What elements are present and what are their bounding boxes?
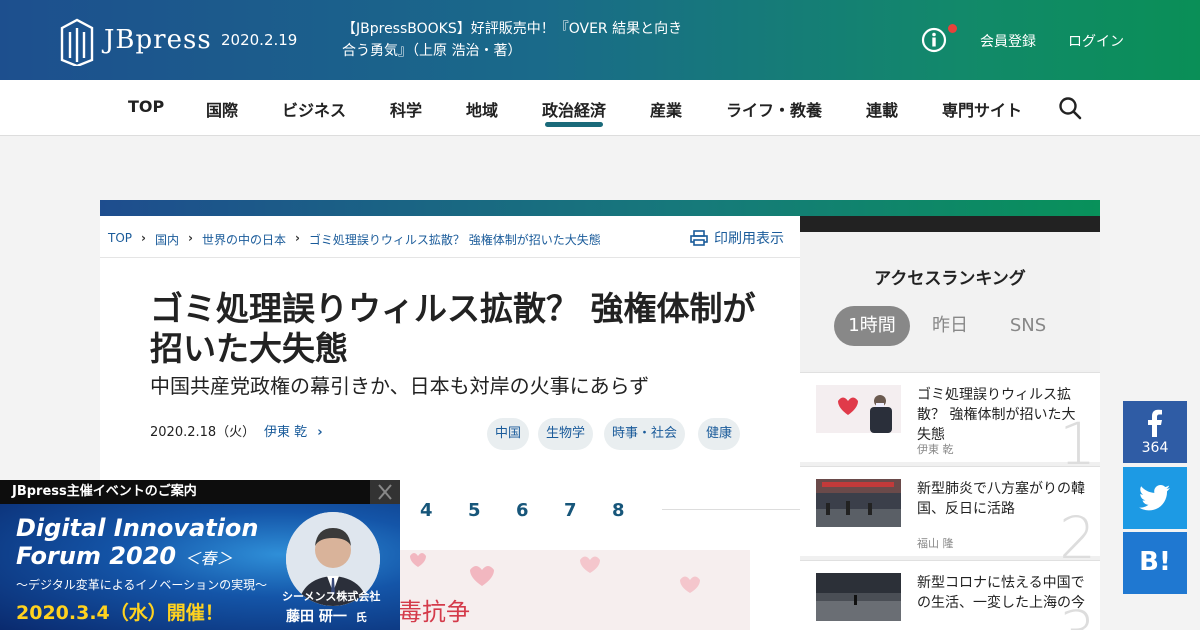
article-date: 2020.2.18（火） <box>150 425 256 440</box>
ranking-header: アクセスランキング 1時間 昨日 SNS <box>800 232 1100 370</box>
ranking-thumbnail <box>816 479 901 527</box>
ranking-sidebar: アクセスランキング 1時間 昨日 SNS ゴミ処理誤りウィルス拡散？ 強権体制が… <box>800 232 1100 630</box>
speaker-name-line: 藤田 研一 氏 <box>286 606 367 626</box>
info-icon[interactable] <box>921 27 947 53</box>
article-hero-image: 与病毒抗争 <box>350 550 750 630</box>
jbpress-logo-icon <box>60 18 94 66</box>
print-label: 印刷用表示 <box>714 231 784 247</box>
ad-event-date: 2020.3.4（水）開催！ <box>16 602 224 624</box>
nav-active-indicator <box>545 122 603 127</box>
ranking-tab-yesterday[interactable]: 昨日 <box>920 306 980 346</box>
close-icon <box>378 484 392 500</box>
tag-current-affairs[interactable]: 時事・社会 <box>604 418 686 450</box>
twitter-share-button[interactable] <box>1123 467 1187 529</box>
ad-title-line2: Forum 2020 ＜春＞ <box>16 542 232 570</box>
author-link[interactable]: 伊東 乾 › <box>264 421 323 440</box>
nav-item-international[interactable]: 国際 <box>206 97 238 121</box>
ranking-item-author: 伊東 乾 <box>917 443 954 456</box>
search-icon[interactable] <box>1058 96 1082 120</box>
section-accent-bar <box>100 200 1100 216</box>
speaker-name: 藤田 研一 <box>286 609 347 625</box>
nav-item-series[interactable]: 連載 <box>866 97 898 121</box>
chevron-right-icon: › <box>187 231 193 245</box>
chevron-right-icon: › <box>294 231 300 245</box>
tag-biology[interactable]: 生物学 <box>538 418 594 450</box>
ranking-item[interactable]: 新型肺炎で八方塞がりの韓国、反日に活路 福山 隆 2 <box>800 466 1100 567</box>
breadcrumb-current[interactable]: ゴミ処理誤りウィルス拡散？ 強権体制が招いた大失態 <box>309 231 601 248</box>
register-link[interactable]: 会員登録 <box>980 31 1036 51</box>
page-link-5[interactable]: 5 <box>468 500 481 521</box>
ranking-thumbnail <box>816 573 901 621</box>
hatena-bookmark-button[interactable]: B! <box>1123 532 1187 594</box>
article-title: ゴミ処理誤りウィルス拡散？ 強権体制が招いた大失態 <box>150 289 756 368</box>
breadcrumb-domestic[interactable]: 国内 <box>155 231 179 248</box>
ad-close-button[interactable] <box>370 480 400 504</box>
twitter-bird-icon <box>1139 485 1170 511</box>
facebook-share-button[interactable]: 364 <box>1123 401 1187 463</box>
facebook-icon <box>1148 409 1162 437</box>
nav-item-science[interactable]: 科学 <box>390 97 422 121</box>
hatena-bookmark-icon: B! <box>1139 547 1171 577</box>
nav-item-region[interactable]: 地域 <box>466 97 498 121</box>
speaker-company: シーメンス株式会社 <box>282 590 381 603</box>
breadcrumb: TOP › 国内 › 世界の中の日本 › ゴミ処理誤りウィルス拡散？ 強権体制が… <box>108 231 601 248</box>
print-button[interactable]: 印刷用表示 <box>690 228 784 248</box>
printer-icon <box>690 230 708 246</box>
notification-dot <box>948 24 957 33</box>
ad-title-line2-text: Forum 2020 <box>16 542 177 570</box>
tag-china[interactable]: 中国 <box>487 418 530 450</box>
ranking-thumbnail <box>816 385 901 433</box>
page-link-6[interactable]: 6 <box>516 500 529 521</box>
page-link-4[interactable]: 4 <box>420 500 433 521</box>
site-header: JBpress 2020.2.19 【JBpressBOOKS】好評販売中！『O… <box>0 0 1200 80</box>
main-nav: TOP 国際 ビジネス 科学 地域 政治経済 産業 ライフ・教養 連載 専門サイ… <box>0 80 1200 136</box>
nav-item-politics-economy[interactable]: 政治経済 <box>542 97 606 121</box>
breadcrumb-top[interactable]: TOP <box>108 231 132 248</box>
ranking-number: 2 <box>1059 504 1096 572</box>
ad-body: Digital Innovation Forum 2020 ＜春＞ ～デジタル変… <box>0 504 400 630</box>
tag-health[interactable]: 健康 <box>698 418 741 450</box>
ranking-number: 3 <box>1059 603 1096 630</box>
ad-header: JBpress主催イベントのご案内 <box>0 480 370 504</box>
facebook-share-count: 364 <box>1141 440 1169 456</box>
breadcrumb-japan-in-world[interactable]: 世界の中の日本 <box>202 231 286 248</box>
ad-tagline: ～デジタル変革によるイノベーションの実現～ <box>16 578 268 592</box>
logo-text: JBpress <box>104 25 212 55</box>
page-link-8[interactable]: 8 <box>612 500 625 521</box>
header-date: 2020.2.19 <box>221 31 298 49</box>
divider <box>100 257 800 258</box>
ranking-item[interactable]: ゴミ処理誤りウィルス拡散？ 強権体制が招いた大失態 伊東 乾 1 <box>800 372 1100 473</box>
ranking-item[interactable]: 新型コロナに怯える中国での生活、一変した上海の今 3 <box>800 560 1100 630</box>
ranking-tab-sns[interactable]: SNS <box>996 306 1060 346</box>
speaker-honorific: 氏 <box>355 611 367 624</box>
chevron-right-icon: › <box>141 231 146 245</box>
nav-item-special-sites[interactable]: 専門サイト <box>942 97 1022 121</box>
ranking-title: アクセスランキング <box>874 269 1026 289</box>
ranking-number: 1 <box>1059 410 1096 478</box>
nav-item-top[interactable]: TOP <box>128 97 164 116</box>
pager-divider <box>662 509 800 510</box>
page-link-7[interactable]: 7 <box>564 500 577 521</box>
author-name: 伊東 乾 <box>264 425 308 440</box>
nav-item-industry[interactable]: 産業 <box>650 97 682 121</box>
ranking-item-author: 福山 隆 <box>917 537 954 550</box>
event-ad-banner[interactable]: JBpress主催イベントのご案内 Digital Innovation For… <box>0 480 400 630</box>
sidebar-top-bar <box>800 216 1100 232</box>
header-promo-link[interactable]: 【JBpressBOOKS】好評販売中！『OVER 結果と向き合う勇気』（上原 … <box>342 18 692 62</box>
ad-season: ＜春＞ <box>184 549 233 568</box>
chevron-right-icon: › <box>317 425 323 440</box>
nav-item-life-culture[interactable]: ライフ・教養 <box>726 97 822 121</box>
login-link[interactable]: ログイン <box>1068 31 1124 51</box>
site-logo[interactable]: JBpress <box>58 14 212 66</box>
ad-title-line1: Digital Innovation <box>16 514 259 542</box>
ranking-tab-1hour[interactable]: 1時間 <box>834 306 910 346</box>
nav-item-business[interactable]: ビジネス <box>282 97 346 121</box>
article-subtitle: 中国共産党政権の幕引きか、日本も対岸の火事にあらず <box>150 374 650 398</box>
